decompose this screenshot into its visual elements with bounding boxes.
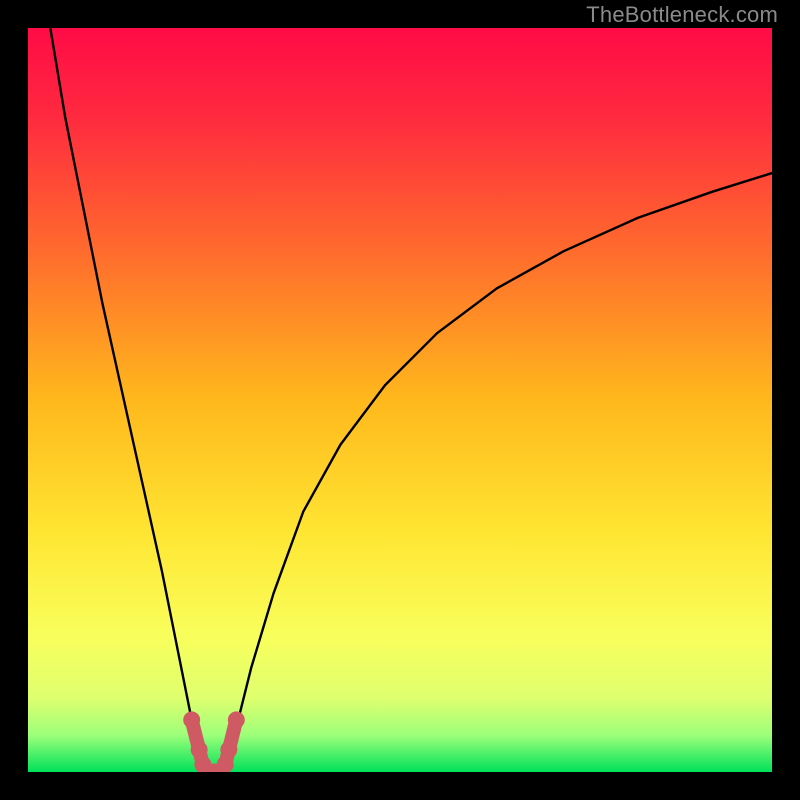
valley-dot bbox=[228, 711, 245, 728]
valley-dot bbox=[191, 741, 208, 758]
chart-frame: TheBottleneck.com bbox=[0, 0, 800, 800]
site-watermark: TheBottleneck.com bbox=[586, 2, 778, 28]
valley-dot bbox=[183, 711, 200, 728]
valley-dot bbox=[220, 741, 237, 758]
chart-plot bbox=[28, 28, 772, 772]
gradient-background bbox=[28, 28, 772, 772]
